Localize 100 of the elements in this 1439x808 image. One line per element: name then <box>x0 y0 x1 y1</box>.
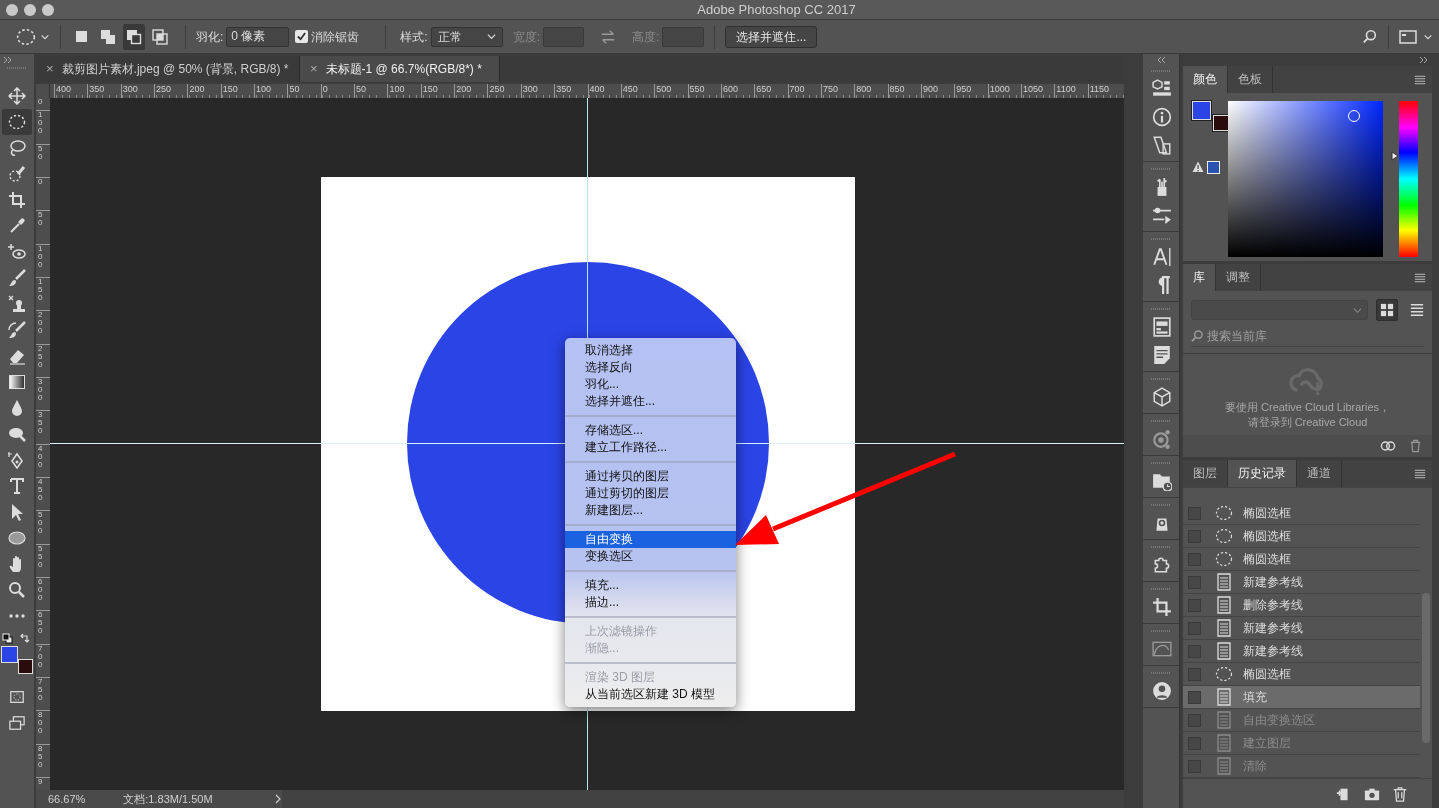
menu-icon[interactable] <box>1414 468 1426 480</box>
gradient-icon <box>8 373 26 391</box>
character-icon[interactable] <box>1151 247 1172 267</box>
info-icon[interactable] <box>1151 107 1172 127</box>
3d-layers-icon[interactable] <box>1151 79 1172 99</box>
feather-label: 羽化: <box>196 28 224 46</box>
document-tab[interactable]: × 未标题-1 @ 66.7%(RGB/8*) * <box>300 56 500 82</box>
menu-item[interactable]: 自由变换 <box>565 531 736 548</box>
history-label: 椭圆选框 <box>1243 551 1291 568</box>
menu-icon[interactable] <box>1414 73 1426 86</box>
menu-item[interactable]: 选择并遮住... <box>565 393 736 410</box>
ellipse-marquee-icon[interactable] <box>16 26 36 47</box>
background-color-swatch[interactable] <box>18 659 33 674</box>
crop-icon[interactable] <box>1151 597 1172 617</box>
feather-field[interactable]: 0 像素 <box>226 26 290 47</box>
gamut-color-swatch[interactable] <box>1207 160 1220 174</box>
anti-alias-checkbox[interactable] <box>295 30 309 43</box>
eraser-icon <box>8 347 26 365</box>
panel-tab[interactable]: 历史记录 <box>1228 460 1297 487</box>
panel-tab[interactable]: 调整 <box>1216 264 1261 292</box>
folder-clock-icon[interactable] <box>1151 471 1172 491</box>
history-row[interactable]: 椭圆选框 <box>1183 525 1420 548</box>
window-control-button[interactable] <box>42 3 54 16</box>
panel-tab[interactable]: 颜色 <box>1183 65 1228 93</box>
trash-icon[interactable] <box>1409 439 1422 453</box>
swap-arrows-icon[interactable] <box>600 28 617 45</box>
ruler-label: 450 <box>38 478 44 503</box>
sliders-icon[interactable] <box>1151 205 1172 225</box>
subtract-selection-button[interactable] <box>123 23 145 50</box>
expand-icon[interactable] <box>3 56 12 64</box>
history-row[interactable]: 新建参考线 <box>1183 617 1420 640</box>
history-row[interactable]: 新建参考线 <box>1183 640 1420 663</box>
menu-item[interactable]: 存储选区... <box>565 422 736 439</box>
menu-item[interactable]: 通过拷贝的图层 <box>565 468 736 485</box>
history-row[interactable]: 填充 <box>1183 686 1420 709</box>
panel-tab[interactable]: 色板 <box>1228 65 1273 93</box>
refine-edge-button[interactable]: 选择并遮住... <box>725 25 818 48</box>
window-control-button[interactable] <box>6 3 18 16</box>
snapshot-checkbox[interactable] <box>1188 759 1201 773</box>
library-search-field[interactable]: 搜索当前库 <box>1203 326 1403 345</box>
workspace-icon[interactable] <box>1399 27 1417 46</box>
snapshot-checkbox[interactable] <box>1188 644 1201 658</box>
color-field[interactable] <box>1228 100 1383 257</box>
snapshot-checkbox[interactable] <box>1188 713 1201 727</box>
history-row[interactable]: 椭圆选框 <box>1183 548 1420 571</box>
close-tab-button[interactable]: × <box>310 59 318 79</box>
snapshot-checkbox[interactable] <box>1188 529 1201 543</box>
menu-item[interactable]: 变换选区 <box>565 548 736 565</box>
swap-colors-icon[interactable] <box>19 633 30 644</box>
menu-item[interactable]: 取消选择 <box>565 342 736 359</box>
person-icon[interactable] <box>1151 681 1172 701</box>
slider-pointer-icon[interactable] <box>1391 150 1399 161</box>
quick-mask-icon <box>9 689 25 705</box>
foreground-color-swatch[interactable] <box>1 646 18 663</box>
snapshot-checkbox[interactable] <box>1188 690 1201 704</box>
cube-icon[interactable] <box>1151 387 1172 407</box>
menu-item[interactable]: 新建图层... <box>565 502 736 519</box>
snapshot-checkbox[interactable] <box>1188 598 1201 612</box>
properties-icon[interactable] <box>1151 317 1172 337</box>
background-color-swatch[interactable] <box>1213 114 1229 131</box>
search-icon[interactable] <box>1362 28 1378 45</box>
chevron-right-icon[interactable] <box>274 794 282 804</box>
snapshot-checkbox[interactable] <box>1188 621 1201 635</box>
window-control-button[interactable] <box>24 3 36 16</box>
menu-item[interactable]: 羽化... <box>565 376 736 393</box>
creative-cloud-icon[interactable] <box>1379 439 1397 453</box>
menu-item[interactable]: 选择反向 <box>565 359 736 376</box>
ruler-label: 800 <box>38 711 44 736</box>
close-tab-button[interactable]: × <box>46 59 54 79</box>
curve-icon[interactable] <box>1151 639 1172 659</box>
history-row[interactable]: 椭圆选框 <box>1183 502 1420 525</box>
device-preview-icon[interactable] <box>1151 135 1172 155</box>
default-colors-icon[interactable] <box>2 633 13 644</box>
style-dropdown[interactable]: 正常 <box>430 26 503 47</box>
history-row[interactable]: 新建参考线 <box>1183 571 1420 594</box>
history-row[interactable]: 删除参考线 <box>1183 594 1420 617</box>
panel-tab[interactable]: 通道 <box>1297 460 1342 487</box>
menu-item[interactable]: 描边... <box>565 594 736 611</box>
expand-icon[interactable] <box>1419 56 1428 64</box>
snapshot-checkbox[interactable] <box>1188 667 1201 681</box>
menu-item[interactable]: 通过剪切的图层 <box>565 485 736 502</box>
menu-item[interactable]: 建立工作路径... <box>565 439 736 456</box>
network-icon[interactable] <box>1151 429 1172 449</box>
snapshot-checkbox[interactable] <box>1188 552 1201 566</box>
menu-item[interactable]: 从当前选区新建 3D 模型 <box>565 686 736 703</box>
warning-icon[interactable] <box>1192 161 1204 174</box>
snapshot-checkbox[interactable] <box>1188 575 1201 589</box>
view-toggle-button[interactable] <box>1376 299 1398 322</box>
panel-tab[interactable]: 库 <box>1183 264 1216 292</box>
menu-item[interactable]: 填充... <box>565 577 736 594</box>
tool-button[interactable] <box>2 109 32 135</box>
foreground-color-swatch[interactable] <box>1192 100 1211 120</box>
menu-icon[interactable] <box>1414 272 1426 285</box>
snapshot-checkbox[interactable] <box>1188 736 1201 750</box>
snapshot-checkbox[interactable] <box>1188 506 1201 520</box>
window-title: Adobe Photoshop CC 2017 <box>696 1 857 19</box>
notes-icon[interactable] <box>1151 345 1172 365</box>
collapse-icon[interactable] <box>1156 56 1166 64</box>
caret-icon <box>1353 305 1362 315</box>
hue-slider[interactable] <box>1399 100 1418 257</box>
